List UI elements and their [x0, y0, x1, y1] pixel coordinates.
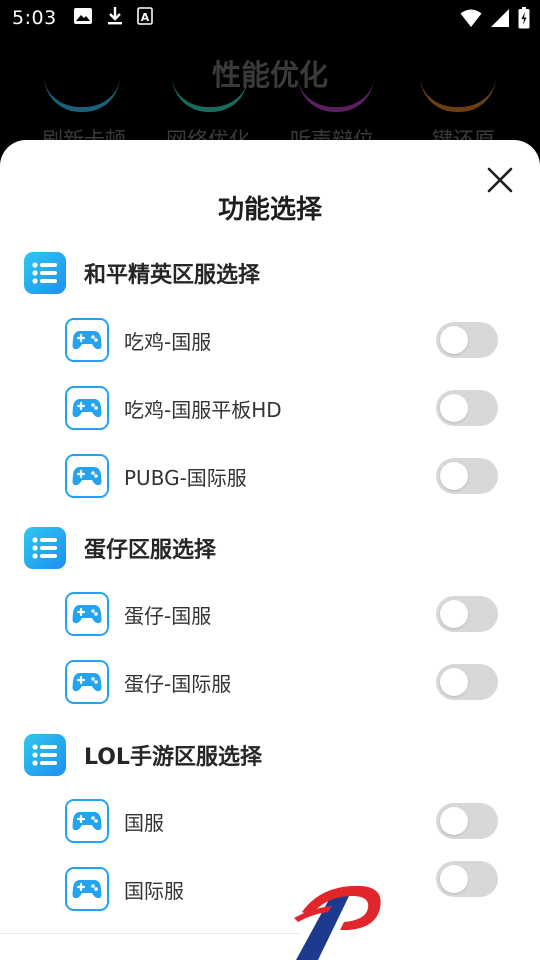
toggle-switch[interactable]	[436, 596, 498, 632]
status-bar: 5:03 A	[0, 0, 540, 36]
toggle-switch[interactable]	[436, 322, 498, 358]
option-label: 吃鸡-国服	[124, 329, 212, 354]
background-circle-2	[172, 76, 248, 112]
toggle-switch[interactable]	[436, 664, 498, 700]
image-icon	[73, 7, 93, 29]
download-icon	[107, 6, 123, 30]
toggle-switch[interactable]	[436, 458, 498, 494]
toggle-switch[interactable]	[436, 861, 498, 897]
bottom-divider	[0, 933, 300, 934]
toggle-knob	[440, 394, 468, 422]
option-label: 国际服	[124, 878, 184, 903]
option-label: 蛋仔-国服	[124, 603, 212, 628]
signal-icon	[490, 8, 510, 28]
gamepad-icon	[65, 592, 109, 636]
toggle-knob	[440, 326, 468, 354]
section-label: 和平精英区服选择	[84, 263, 261, 288]
toggle-knob	[440, 865, 468, 893]
gamepad-icon	[65, 799, 109, 843]
function-select-sheet: 功能选择 和平精英区服选择 吃鸡-国服 吃鸡-国服平板HD PUBG-国际服 蛋…	[0, 140, 540, 960]
toggle-knob	[440, 462, 468, 490]
a-icon: A	[136, 7, 153, 29]
section-label: LOL手游区服选择	[84, 745, 262, 770]
list-icon	[24, 252, 66, 294]
section-header-eggy-party: 蛋仔区服选择	[24, 527, 216, 569]
section-header-peace-elite: 和平精英区服选择	[24, 252, 260, 294]
option-row-lol-cn: 国服	[65, 798, 500, 844]
gamepad-icon	[65, 318, 109, 362]
list-icon	[24, 734, 66, 776]
option-row-pubg-intl: PUBG-国际服	[65, 453, 500, 499]
watermark-logo-icon	[294, 885, 381, 960]
svg-text:A: A	[140, 11, 149, 24]
gamepad-icon	[65, 386, 109, 430]
gamepad-icon	[65, 660, 109, 704]
toggle-knob	[440, 668, 468, 696]
background-circle-3	[298, 76, 374, 112]
status-time: 5:03	[12, 7, 57, 29]
option-label: 蛋仔-国际服	[124, 671, 232, 696]
toggle-switch[interactable]	[436, 390, 498, 426]
option-row-eggy-intl: 蛋仔-国际服	[65, 659, 500, 705]
background-circle-4	[420, 76, 496, 112]
sheet-title: 功能选择	[217, 195, 322, 225]
wifi-icon	[460, 8, 482, 28]
gamepad-icon	[65, 867, 109, 911]
toggle-knob	[440, 807, 468, 835]
toggle-knob	[440, 600, 468, 628]
list-icon	[24, 527, 66, 569]
background-feature-circles	[0, 96, 540, 116]
option-label: PUBG-国际服	[124, 465, 247, 490]
option-row-chiji-cn: 吃鸡-国服	[65, 317, 500, 363]
option-row-eggy-cn: 蛋仔-国服	[65, 591, 500, 637]
option-row-lol-intl: 国际服	[65, 861, 500, 912]
section-header-lol-mobile: LOL手游区服选择	[24, 734, 262, 776]
gamepad-icon	[65, 454, 109, 498]
toggle-switch[interactable]	[436, 803, 498, 839]
option-row-chiji-cn-hd: 吃鸡-国服平板HD	[65, 385, 500, 431]
battery-icon	[518, 7, 530, 29]
status-notification-icons: A	[73, 6, 153, 30]
option-label: 吃鸡-国服平板HD	[124, 397, 282, 422]
status-system-icons	[460, 7, 530, 29]
background-circle-1	[44, 76, 120, 112]
section-label: 蛋仔区服选择	[84, 538, 217, 563]
option-label: 国服	[124, 810, 164, 835]
